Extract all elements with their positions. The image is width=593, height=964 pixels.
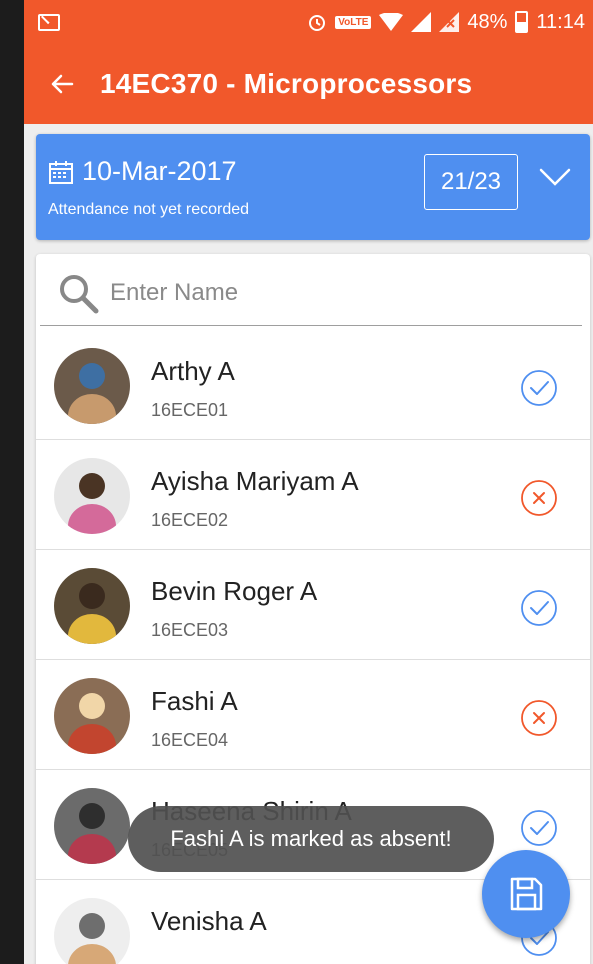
student-name: Bevin Roger A (151, 576, 318, 606)
check-circle-icon[interactable] (520, 589, 558, 627)
student-row[interactable]: Arthy A 16ECE01 (36, 330, 590, 440)
battery-percent: 48% (467, 10, 508, 33)
student-id: 16ECE03 (151, 620, 229, 640)
search-input[interactable] (110, 278, 550, 307)
student-name: Fashi A (151, 686, 238, 716)
check-circle-icon[interactable] (520, 809, 558, 847)
clock-time: 11:14 (536, 10, 585, 33)
alarm-icon (309, 15, 326, 31)
student-id: 16ECE01 (151, 400, 229, 420)
check-circle-icon[interactable] (520, 369, 558, 407)
battery-icon (515, 11, 529, 33)
chevron-down-icon[interactable] (538, 166, 572, 188)
calendar-icon (49, 160, 73, 184)
student-id: 16ECE04 (151, 730, 229, 750)
app-toolbar: 14EC370 - Microprocessors (24, 44, 593, 124)
cross-circle-icon[interactable] (520, 479, 558, 517)
toast-message: Fashi A is marked as absent! (128, 806, 494, 872)
arrow-left-icon (51, 74, 74, 94)
wifi-icon (379, 13, 404, 31)
status-bar: VoLTE 48% 11:14 (24, 0, 593, 44)
attendance-date[interactable]: 10-Mar-2017 (82, 156, 237, 187)
student-avatar (54, 788, 130, 864)
save-button[interactable] (482, 850, 570, 938)
back-button[interactable] (24, 44, 100, 124)
gmail-icon (38, 13, 60, 31)
volte-icon: VoLTE (335, 15, 372, 29)
student-name: Ayisha Mariyam A (151, 466, 359, 496)
cross-circle-icon[interactable] (520, 699, 558, 737)
student-name: Arthy A (151, 356, 235, 386)
attendance-status: Attendance not yet recorded (48, 201, 250, 218)
save-icon (510, 877, 543, 911)
signal-off-icon (439, 12, 460, 32)
student-row[interactable]: Ayisha Mariyam A 16ECE02 (36, 440, 590, 550)
student-avatar (54, 458, 130, 534)
student-avatar (54, 898, 130, 964)
student-avatar (54, 348, 130, 424)
student-row[interactable]: Fashi A 16ECE04 (36, 660, 590, 770)
signal-icon (411, 12, 432, 32)
student-name: Venisha A (151, 906, 267, 936)
student-row[interactable]: Bevin Roger A 16ECE03 (36, 550, 590, 660)
student-id: 16ECE02 (151, 510, 229, 530)
attendance-count[interactable]: 21/23 (424, 154, 518, 210)
search-bar (40, 260, 582, 326)
page-title: 14EC370 - Microprocessors (100, 68, 473, 99)
search-icon (60, 274, 99, 313)
date-card: 10-Mar-2017 Attendance not yet recorded … (36, 134, 590, 240)
app-screen: VoLTE 48% 11:14 14EC370 - Microprocessor… (24, 0, 593, 964)
student-avatar (54, 568, 130, 644)
student-avatar (54, 678, 130, 754)
